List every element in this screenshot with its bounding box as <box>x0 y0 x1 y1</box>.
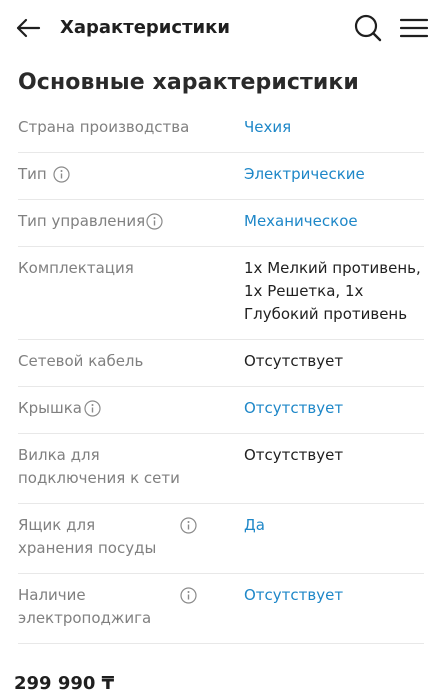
spec-label-text: Вилка для подключения к сети <box>18 446 180 487</box>
spec-label-text: Ящик для хранения посуды <box>18 516 157 557</box>
spec-label: Комплектация <box>18 257 214 280</box>
spec-value-link[interactable]: Механическое <box>244 210 424 233</box>
spec-value-link[interactable]: Да <box>244 514 424 537</box>
spec-row-plug: Вилка для подключения к сети Отсутствует <box>18 434 424 504</box>
spec-row-power-cable: Сетевой кабель Отсутствует <box>18 340 424 387</box>
spec-label: Тип управления <box>18 210 214 233</box>
page-title: Характеристики <box>60 17 230 38</box>
spec-label-text: Сетевой кабель <box>18 352 144 370</box>
spec-row-equipment: Комплектация 1x Мелкий противень, 1x Реш… <box>18 247 424 340</box>
spec-value-link[interactable]: Отсутствует <box>244 397 424 420</box>
spec-value-link[interactable]: Чехия <box>244 116 424 139</box>
spec-label: Страна производства <box>18 116 214 139</box>
info-icon[interactable] <box>146 213 163 230</box>
menu-button[interactable] <box>398 14 430 42</box>
spec-value: Отсутствует <box>244 446 344 464</box>
spec-label: Тип <box>18 163 214 186</box>
back-button[interactable] <box>14 14 42 42</box>
spec-row-type: Тип Электрические <box>18 153 424 200</box>
spec-label-text: Тип <box>18 165 47 183</box>
spec-label-text: Страна производства <box>18 118 190 136</box>
spec-row-electric-ignition: Наличие электроподжига Отсутствует <box>18 574 424 644</box>
spec-row-lid: Крышка Отсутствует <box>18 387 424 434</box>
spec-label-text: Тип управления <box>18 212 146 230</box>
top-app-bar: Характеристики <box>0 0 442 56</box>
specs-list: Страна производства Чехия Тип Электричес… <box>18 106 424 644</box>
spec-label: Вилка для подключения к сети <box>18 444 198 490</box>
product-price: 299 990 ₸ <box>14 673 115 694</box>
info-icon[interactable] <box>84 400 101 417</box>
info-icon[interactable] <box>180 587 197 604</box>
spec-label-text: Комплектация <box>18 259 134 277</box>
spec-row-country: Страна производства Чехия <box>18 106 424 153</box>
spec-value-link[interactable]: Отсутствует <box>244 584 424 607</box>
spec-label: Сетевой кабель <box>18 350 214 373</box>
search-button[interactable] <box>352 12 384 44</box>
arrow-left-icon <box>16 18 41 38</box>
spec-label: Ящик для хранения посуды <box>18 514 173 560</box>
info-icon[interactable] <box>180 517 197 534</box>
info-icon[interactable] <box>53 166 70 183</box>
spec-value: 1x Мелкий противень, 1x Решетка, 1x Глуб… <box>244 259 421 323</box>
spec-label-text: Крышка <box>18 399 82 417</box>
search-icon <box>354 14 382 42</box>
spec-value: Отсутствует <box>244 352 344 370</box>
spec-label: Крышка <box>18 397 214 420</box>
spec-label-text: Наличие электроподжига <box>18 586 152 627</box>
spec-row-control-type: Тип управления Механическое <box>18 200 424 247</box>
spec-label: Наличие электроподжига <box>18 584 168 630</box>
spec-row-storage-drawer: Ящик для хранения посуды Да <box>18 504 424 574</box>
section-title: Основные характеристики <box>18 70 359 95</box>
hamburger-menu-icon <box>400 18 428 38</box>
spec-value-link[interactable]: Электрические <box>244 163 424 186</box>
